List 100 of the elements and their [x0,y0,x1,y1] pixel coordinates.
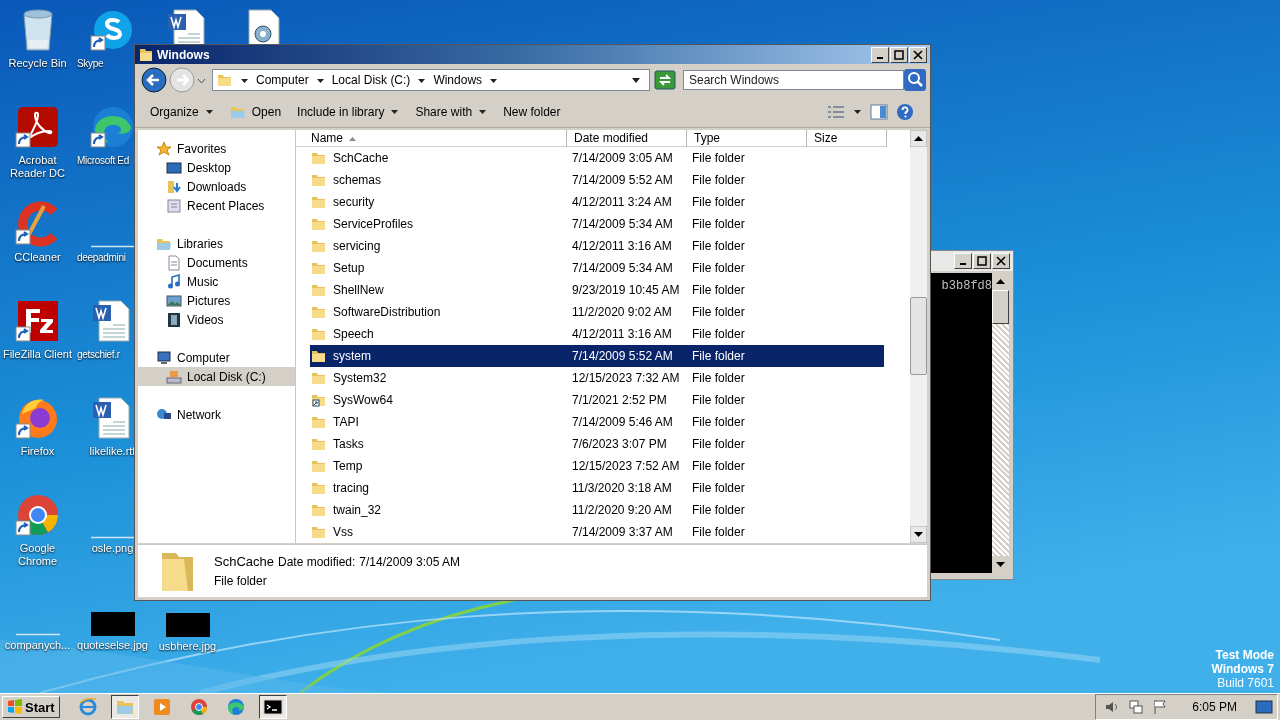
item-type: File folder [214,574,268,588]
nav-item[interactable]: Pictures [138,291,295,310]
close-icon [996,256,1006,266]
desktop-icon-label[interactable]: FileZilla Client [2,348,73,361]
folder-shortcut-icon [311,392,327,408]
desktop-icon-label[interactable]: Acrobat Reader DC [0,154,75,180]
nav-item[interactable]: Favorites [138,139,295,158]
window-title: Windows [157,47,210,62]
nav-item[interactable]: Computer [138,348,295,367]
desktop-icon-label[interactable]: deepadmini [77,251,126,264]
preview-pane-icon[interactable] [870,103,888,120]
nav-item[interactable]: Desktop [138,158,295,177]
file-name: ShellNew [333,283,384,297]
minimize-button[interactable] [871,46,889,63]
breadcrumb-item[interactable]: Local Disk (C:) [331,73,411,87]
file-row[interactable]: Setup 7/14/2009 5:34 AM File folder [310,257,884,279]
scrollbar[interactable] [910,130,927,543]
column-header[interactable]: Name [296,130,567,147]
console-text: b3b8fd8 [941,279,992,294]
file-row[interactable]: ServiceProfiles 7/14/2009 5:34 AM File folder [310,213,884,235]
file-name: tracing [333,481,370,495]
file-type: File folder [691,283,746,297]
recent-icon [166,197,182,214]
desktop-icon-label[interactable]: getschief.r [77,348,120,361]
nav-item[interactable]: Recent Places [138,196,295,215]
taskbar-button[interactable] [258,695,287,719]
maximize-button[interactable] [890,46,908,63]
folder-icon [311,458,327,474]
file-row[interactable]: TAPI 7/14/2009 5:46 AM File folder [310,411,884,433]
desktop-icon-label[interactable]: Firefox [20,445,55,458]
search-field[interactable]: Search Windows [683,70,904,90]
close-button[interactable] [992,253,1010,269]
file-row[interactable]: tracing 11/3/2020 3:18 AM File folder [310,477,884,499]
toolbar-button[interactable]: New folder [496,100,568,123]
maximize-button[interactable] [973,253,991,269]
file-name: System32 [333,371,387,385]
nav-item[interactable]: Videos [138,310,295,329]
nav-item[interactable]: Network [138,405,295,424]
desktop-icon-label[interactable]: CCleaner [14,251,61,264]
desktop-icon-label[interactable]: Microsoft Ed [77,154,129,167]
refresh-button[interactable] [654,70,676,90]
back-button[interactable] [141,67,167,93]
folder-icon [311,260,327,276]
nav-item[interactable]: Music [138,272,295,291]
file-row[interactable]: Temp 12/15/2023 7:52 AM File folder [310,455,884,477]
caret-icon [478,107,488,116]
column-header[interactable]: Size [807,130,887,147]
address-bar[interactable]: Computer Local Disk (C:) Windows [212,69,650,91]
file-row[interactable]: security 4/12/2011 3:24 AM File folder [310,191,884,213]
caret-icon [390,107,400,116]
file-type: File folder [691,239,746,253]
file-date: 12/15/2023 7:52 AM [571,459,681,473]
minimize-button[interactable] [954,253,972,269]
close-button[interactable] [909,46,927,63]
nav-item[interactable]: Local Disk (C:) [138,367,295,386]
file-row[interactable]: SoftwareDistribution 11/2/2020 9:02 AM File folder [310,301,884,323]
menu-button[interactable]: Share with [408,100,495,123]
menu-button[interactable]: Include in library [290,100,407,123]
file-row[interactable]: schemas 7/14/2009 5:52 AM File folder [310,169,884,191]
nav-item[interactable]: Libraries [138,234,295,253]
clock[interactable]: 6:05 PM [1192,700,1237,714]
file-row[interactable]: ShellNew 9/23/2019 10:45 AM File folder [310,279,884,301]
file-row[interactable]: SchCache 7/14/2009 3:05 AM File folder [310,147,884,169]
minimize-icon [877,56,883,59]
file-name: SysWow64 [333,393,393,407]
desktop-icon-label[interactable]: Skype [77,57,104,70]
column-header[interactable]: Date modified [567,130,687,147]
file-row[interactable]: System32 12/15/2023 7:32 AM File folder [310,367,884,389]
file-name: ServiceProfiles [333,217,414,231]
image-thumbnail-icon [90,245,135,248]
chrome-icon [188,697,209,717]
breadcrumb-item[interactable]: Windows [433,73,483,87]
scroll-thumb[interactable] [910,297,927,375]
file-row[interactable]: Vss 7/14/2009 3:37 AM File folder [310,521,884,543]
videos-icon [166,311,182,328]
nav-item[interactable]: Documents [138,253,295,272]
file-type: File folder [691,173,746,187]
help-icon[interactable] [896,102,914,121]
taskbar-button[interactable] [110,695,139,719]
search-button[interactable] [904,69,926,91]
column-header[interactable]: Type [687,130,807,147]
breadcrumb-item[interactable]: Computer [256,73,309,87]
file-row[interactable]: system 7/14/2009 5:52 AM File folder [310,345,884,367]
file-name: Vss [333,525,353,539]
file-row[interactable]: Tasks 7/6/2023 3:07 PM File folder [310,433,884,455]
show-desktop-button[interactable] [1255,699,1273,715]
file-row[interactable]: twain_32 11/2/2020 9:20 AM File folder [310,499,884,521]
network-icon [1128,699,1145,715]
menu-button[interactable]: Organize [143,100,221,123]
file-row[interactable]: servicing 4/12/2011 3:16 AM File folder [310,235,884,257]
file-row[interactable]: Speech 4/12/2011 3:16 AM File folder [310,323,884,345]
file-row[interactable]: SysWow64 7/1/2021 2:52 PM File folder [310,389,884,411]
start-button[interactable]: Start [2,696,60,718]
toolbar-button[interactable]: Open [222,99,289,124]
scrollbar[interactable] [992,273,1009,573]
desktop-icon-label[interactable]: Recycle Bin [8,57,67,70]
file-name: SchCache [333,151,389,165]
file-type: File folder [691,415,746,429]
file-type: File folder [691,437,746,451]
nav-item[interactable]: Downloads [138,177,295,196]
